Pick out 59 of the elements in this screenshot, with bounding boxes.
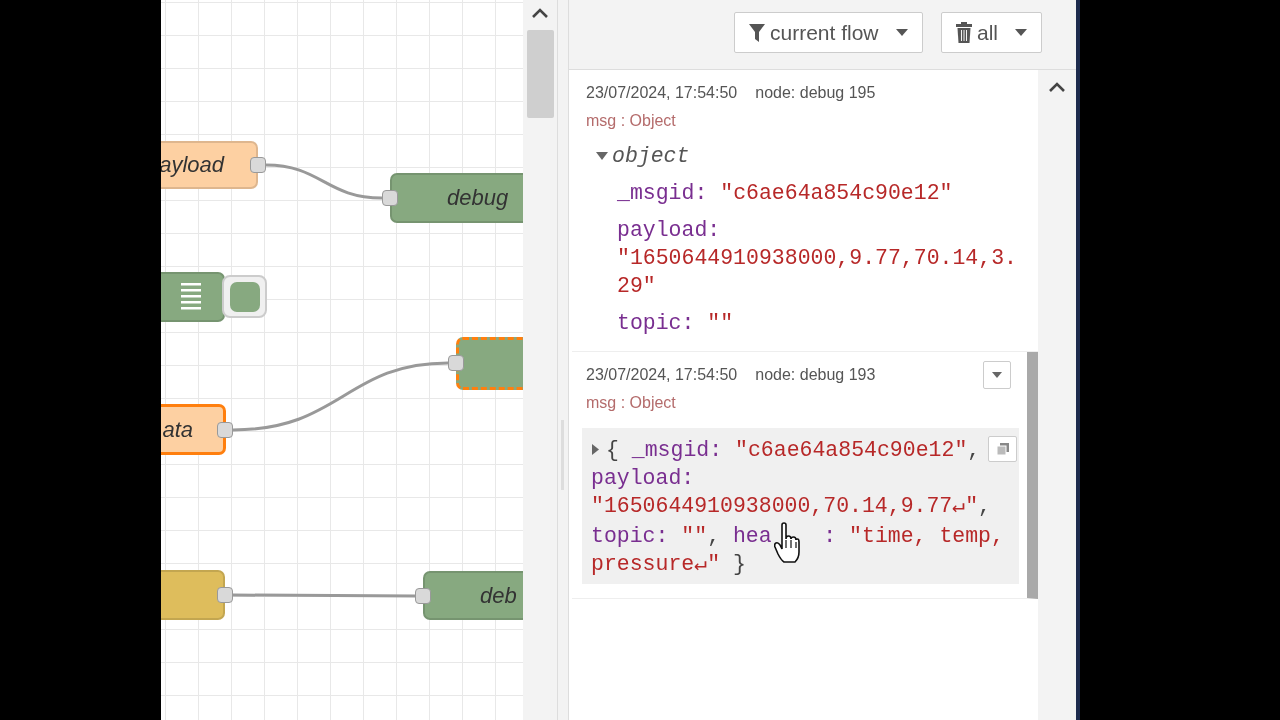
property-value: "1650644910938000,9.77,70.14,3.29" <box>617 245 1018 300</box>
message-type: msg : Object <box>586 112 677 131</box>
brace: { <box>606 438 619 462</box>
node-port[interactable] <box>415 588 431 604</box>
node-port[interactable] <box>217 587 233 603</box>
comma: , <box>967 438 981 462</box>
property-key: payload: <box>617 218 721 242</box>
hand-cursor-icon <box>773 522 800 564</box>
expand-toggle-icon[interactable] <box>591 443 600 456</box>
toggle-button[interactable] <box>222 275 267 318</box>
property-key: topic: <box>617 311 695 335</box>
filter-icon <box>749 22 765 43</box>
expand-toggle-icon[interactable] <box>596 150 608 162</box>
property-value: "1650644910938000,70.14,9.77↵" <box>591 494 979 518</box>
node-port[interactable] <box>217 422 233 438</box>
message-source: node: debug 195 <box>755 84 876 102</box>
caret-icon <box>992 372 1002 378</box>
node-label: ata <box>162 416 193 443</box>
node-label: deb <box>480 582 517 609</box>
trash-icon <box>956 22 972 43</box>
filter-dropdown[interactable]: current flow <box>734 12 923 53</box>
node-label: debug <box>447 185 509 211</box>
clear-dropdown[interactable]: all <box>941 12 1042 53</box>
node-port[interactable] <box>250 157 266 173</box>
brace: } <box>733 551 746 576</box>
property-value: "" <box>681 523 708 548</box>
scrollbar-thumb[interactable] <box>527 30 554 118</box>
flow-node[interactable]: deb <box>423 571 523 620</box>
property-key: payload: <box>591 466 695 490</box>
property-key: topic: <box>591 523 669 548</box>
property-key: _msgid: <box>617 181 708 205</box>
property-value: "c6ae64a854c90e12" <box>720 180 953 207</box>
node-port[interactable] <box>448 355 464 371</box>
property-value: "c6ae64a854c90e12" <box>735 438 968 462</box>
comma: , <box>978 494 991 518</box>
flow-node[interactable]: ata <box>161 404 226 455</box>
property-value: pressure↵" <box>591 551 721 576</box>
scroll-up-icon[interactable] <box>1048 82 1066 93</box>
copy-button[interactable] <box>988 436 1017 462</box>
message-type: msg : Object <box>586 394 677 413</box>
node-port[interactable] <box>382 190 398 206</box>
property-key: hea <box>732 523 772 548</box>
scroll-up-icon[interactable] <box>531 8 549 19</box>
property-key: : <box>823 523 837 548</box>
flow-node[interactable]: debug <box>390 173 523 223</box>
property-value: "" <box>707 310 734 337</box>
comma: , <box>707 523 721 548</box>
copy-icon <box>996 443 1009 455</box>
message-time: 23/07/2024, 17:54:50 <box>586 84 738 102</box>
dashboard-node[interactable] <box>161 272 225 322</box>
message-source: node: debug 193 <box>755 366 876 384</box>
object-type: object <box>612 143 690 170</box>
message-time: 23/07/2024, 17:54:50 <box>586 366 738 384</box>
caret-icon <box>896 29 908 36</box>
message-menu-button[interactable] <box>983 361 1011 389</box>
property-value: "time, temp, <box>849 523 1004 548</box>
caret-icon <box>1015 29 1027 36</box>
property-key: _msgid: <box>631 438 723 462</box>
list-icon <box>181 281 201 313</box>
